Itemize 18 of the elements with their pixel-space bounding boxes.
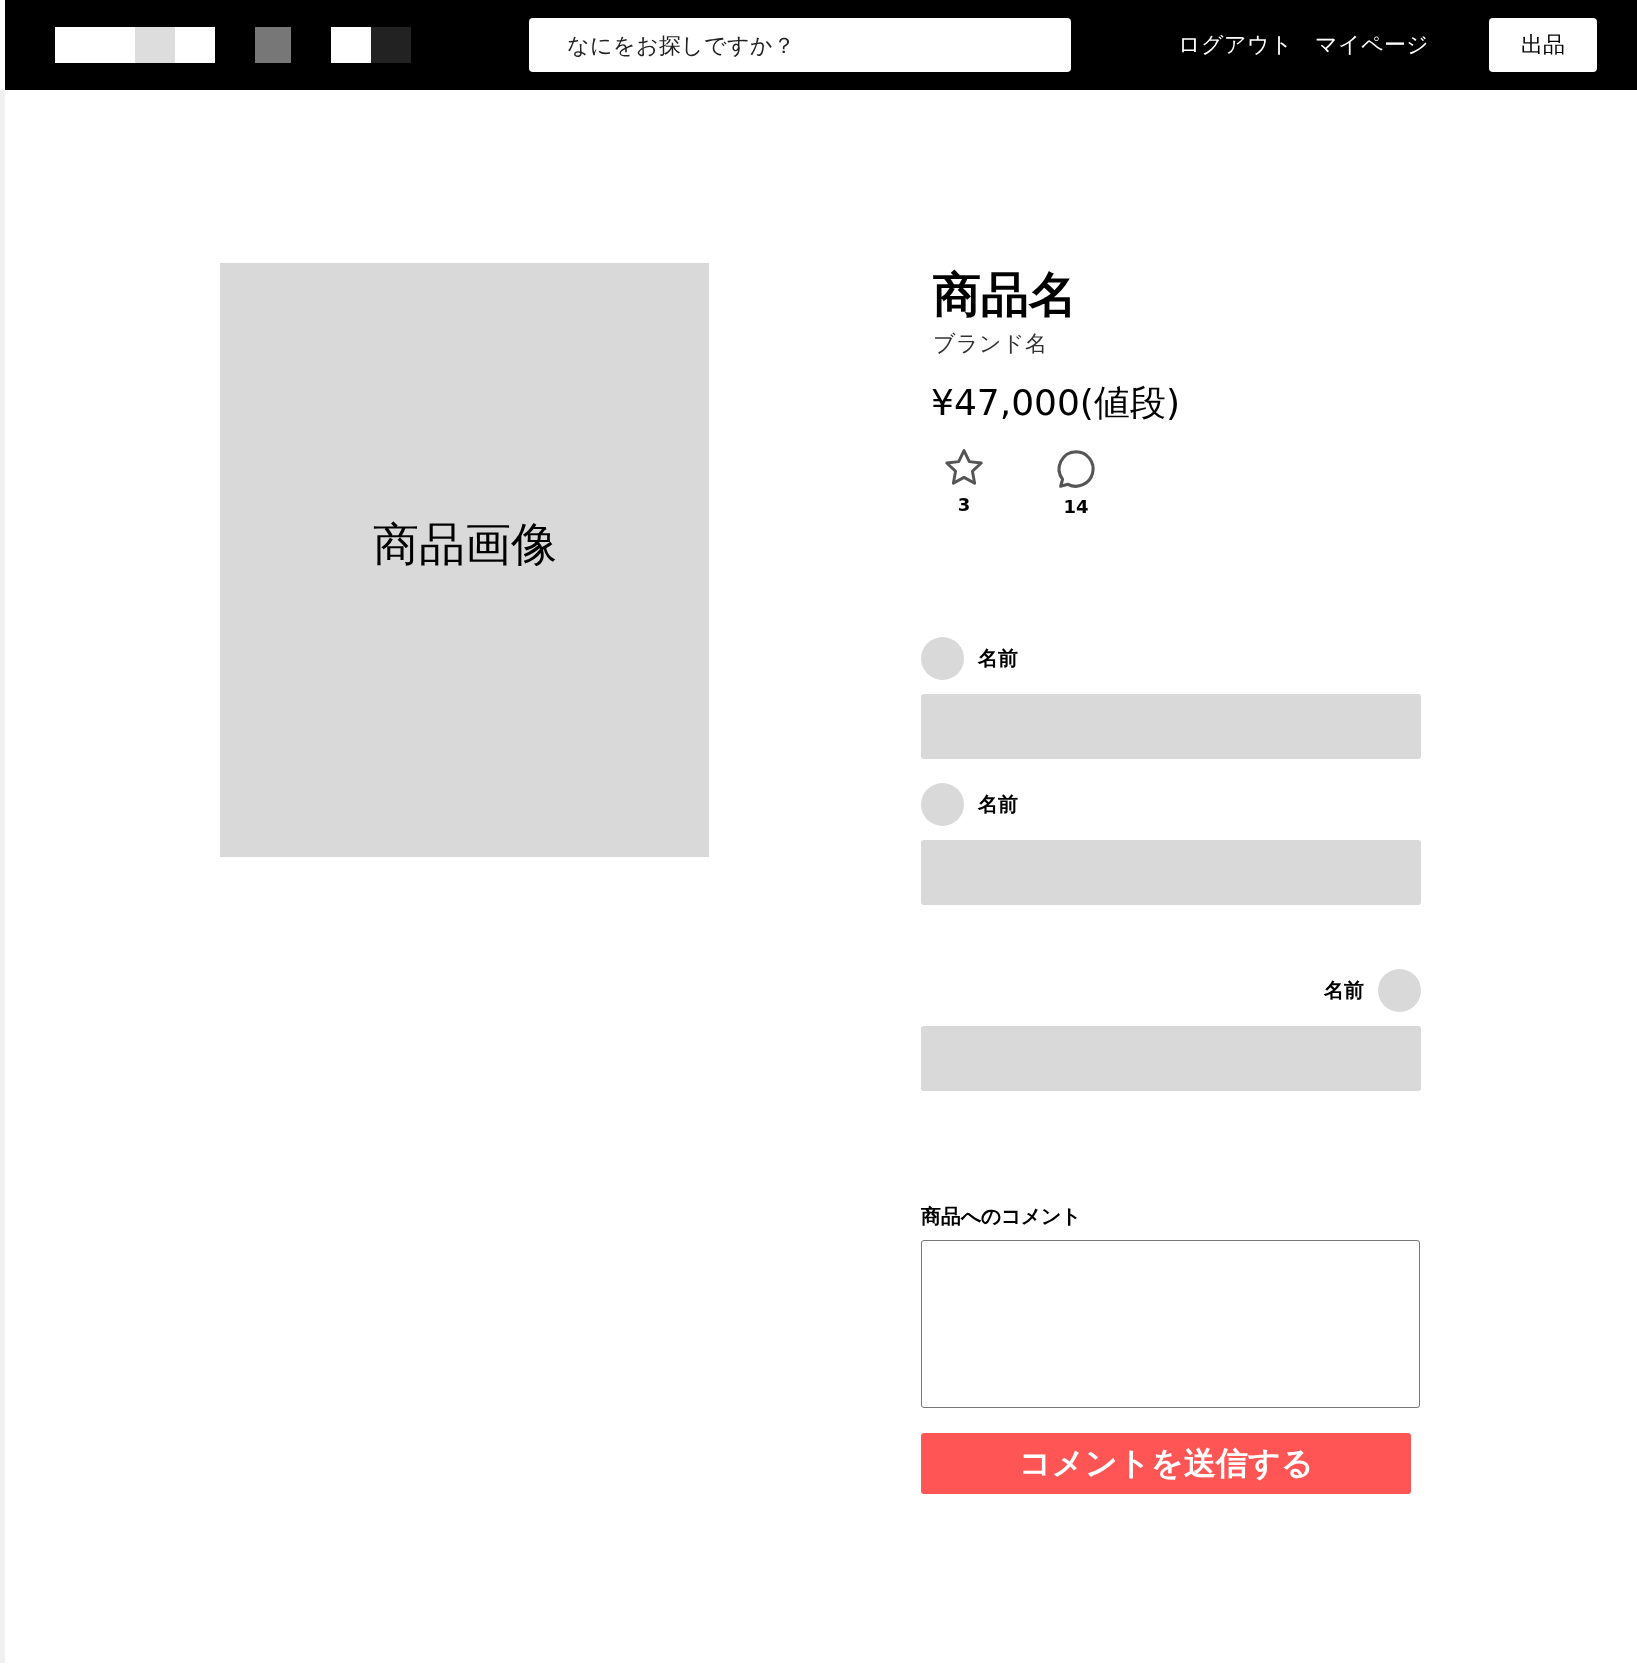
avatar [921,637,964,680]
comment-label: 商品へのコメント [921,1203,1082,1230]
comment-field[interactable] [921,1240,1420,1408]
commenter-name: 名前 [978,791,1018,818]
avatar [921,783,964,826]
nav-link[interactable]: ログアウト [1178,30,1293,60]
price: ¥47,000(値段) [931,381,1181,425]
comment-count: 14 [1063,496,1089,517]
commenter-name: 名前 [1324,977,1364,1004]
product-name: 商品名 [933,265,1078,324]
sell-button[interactable]: 出品 [1489,18,1597,72]
image-label: 商品画像 [372,516,557,573]
brand-name: ブランド名 [933,330,1048,358]
like-count: 3 [957,494,971,515]
avatar [1378,969,1421,1012]
nav-link[interactable]: マイページ [1315,30,1429,60]
commenter-name: 名前 [978,645,1018,672]
search-field[interactable]: なにをお探しですか？ [529,18,1071,72]
